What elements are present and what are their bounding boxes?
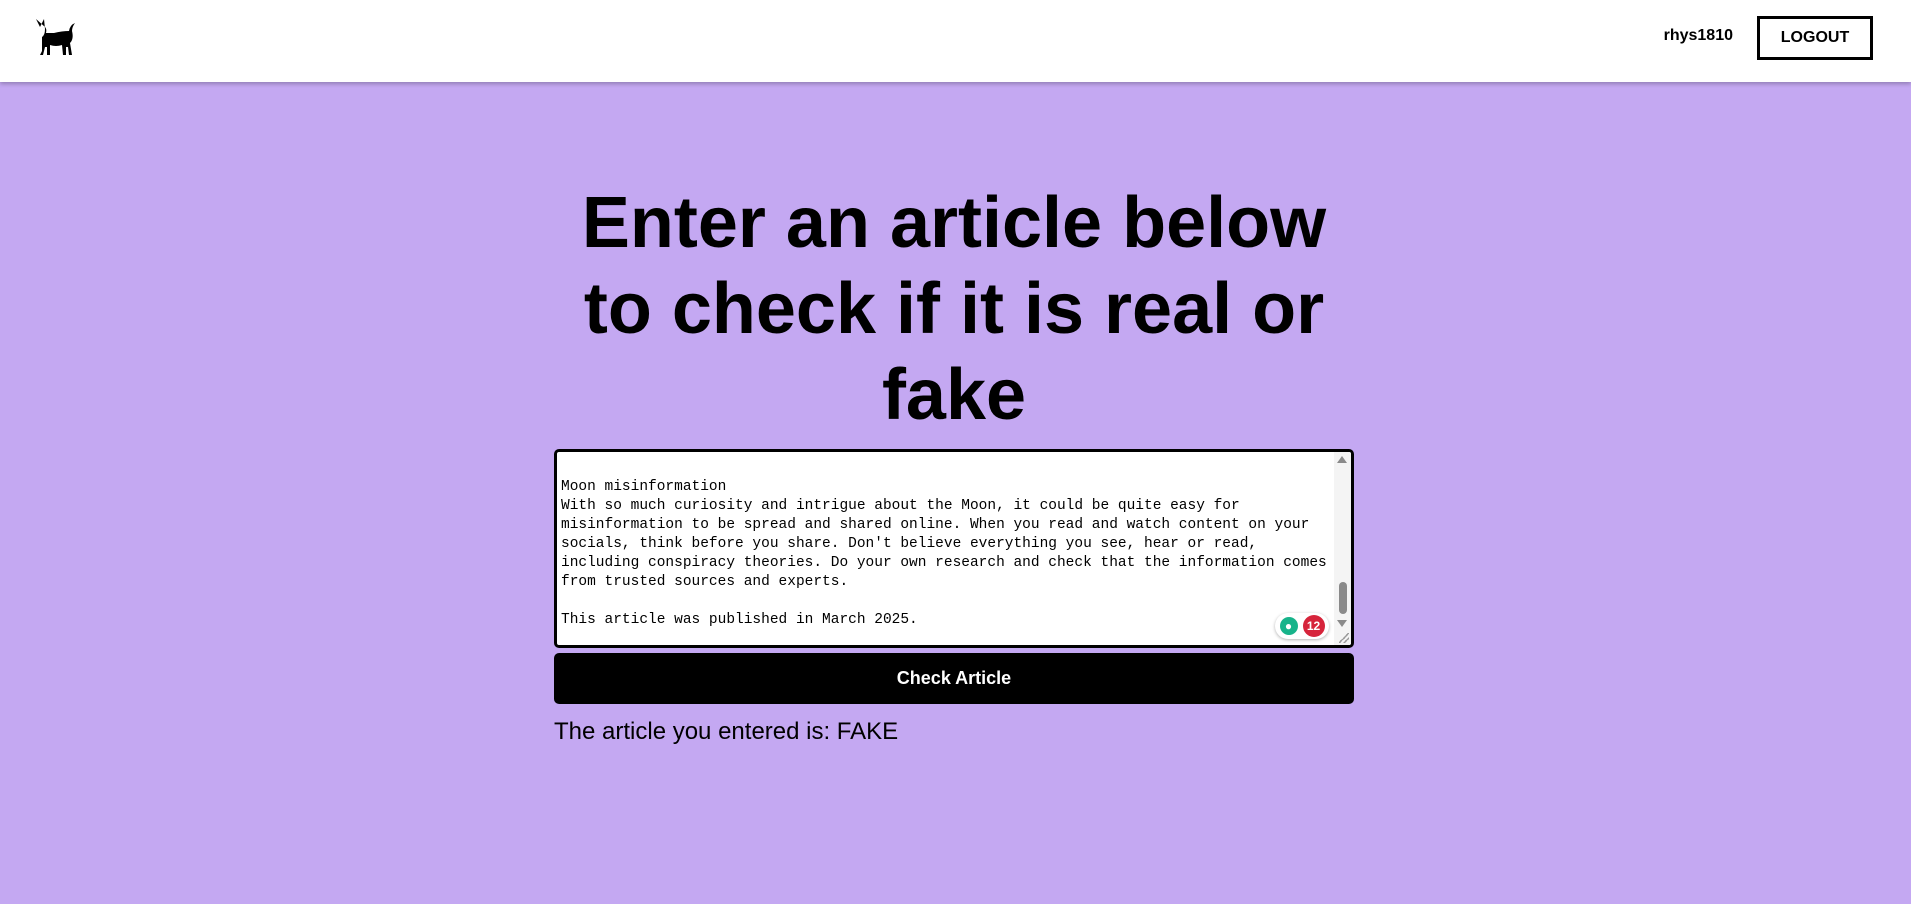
grammar-checker-widget[interactable]: ● 12 <box>1275 613 1329 639</box>
username-label: rhys1810 <box>1663 27 1733 44</box>
article-line: This article was published in March 2025… <box>561 612 918 628</box>
resize-handle-icon[interactable] <box>1339 633 1349 643</box>
article-line: Moon misinformation <box>561 479 727 495</box>
article-line: socials, think before you share. Don't b… <box>561 536 1258 552</box>
cat-icon[interactable] <box>32 17 76 57</box>
textarea-scrollbar[interactable] <box>1334 452 1351 645</box>
article-line: from trusted sources and experts. <box>561 574 849 590</box>
article-line: With so much curiosity and intrigue abou… <box>561 498 1240 514</box>
article-text[interactable]: of the Moon's surface. Moon misinformati… <box>561 449 1331 630</box>
scroll-down-arrow-icon[interactable] <box>1337 620 1347 627</box>
article-line: of the Moon's surface. <box>561 449 753 457</box>
lightbulb-icon[interactable]: ● <box>1279 617 1298 635</box>
page-title: Enter an article below to check if it is… <box>581 183 1327 435</box>
top-nav-bar: rhys1810 LOGOUT <box>0 0 1911 82</box>
scrollbar-thumb[interactable] <box>1339 582 1347 614</box>
scroll-up-arrow-icon[interactable] <box>1337 456 1347 463</box>
result-text: The article you entered is: FAKE <box>554 718 899 745</box>
logout-button[interactable]: LOGOUT <box>1757 16 1873 60</box>
article-line: including conspiracy theories. Do your o… <box>561 555 1327 571</box>
article-textarea[interactable]: of the Moon's surface. Moon misinformati… <box>554 449 1354 648</box>
check-article-button[interactable]: Check Article <box>554 653 1354 704</box>
issue-count-badge[interactable]: 12 <box>1302 615 1325 637</box>
article-line: misinformation to be spread and shared o… <box>561 517 1310 533</box>
